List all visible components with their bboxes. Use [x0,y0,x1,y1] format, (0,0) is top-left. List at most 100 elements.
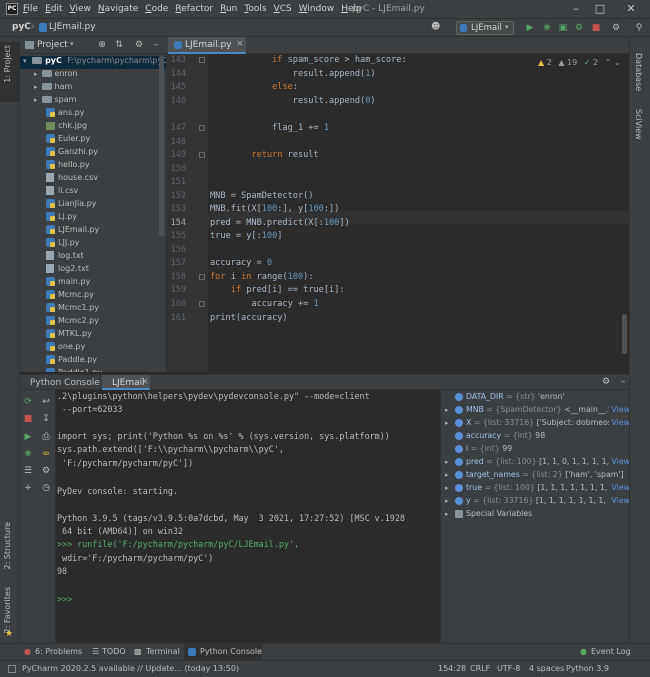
settings-gear-icon[interactable]: ⚙ [40,465,52,477]
inspection-widget[interactable]: ▲ 2 ▲ 19 ✓ 2 ⌃ ⌄ [538,58,621,67]
database-tool-tab[interactable]: Database [634,53,643,91]
project-view-chevron-icon[interactable]: ▾ [70,40,74,48]
python-interpreter[interactable]: Python 3.9 [566,664,609,673]
project-tool-tab[interactable]: 1: Project [3,45,12,83]
fold-marker-icon[interactable] [199,57,205,63]
execute-icon[interactable]: ▶ [22,431,34,443]
tree-file[interactable]: house.csv [20,173,166,186]
tree-file[interactable]: MTKL.py [20,329,166,342]
variable-row[interactable]: DATA_DIR = {str} 'enron' [441,392,629,405]
coverage-icon[interactable]: ▣ [557,22,569,34]
settings-icon[interactable]: ⚙ [610,22,622,34]
view-link[interactable]: View [609,418,629,427]
tree-file[interactable]: Lj.py [20,212,166,225]
variable-row[interactable]: i = {int} 99 [441,444,629,457]
close-console-tab-icon[interactable]: × [141,377,149,387]
python-console-tool-tab[interactable]: Python Console [200,647,262,656]
menu-vcs[interactable]: VCS [274,4,292,14]
close-tab-icon[interactable]: × [236,39,244,49]
menu-view[interactable]: View [70,4,91,14]
structure-tool-tab[interactable]: 2: Structure [3,522,12,570]
view-link[interactable]: View [609,457,629,466]
status-toggle-icon[interactable] [8,665,16,673]
sciview-tool-tab[interactable]: SciView [634,109,643,140]
menu-file[interactable]: File [23,4,38,14]
stop-console-icon[interactable]: ■ [22,413,34,425]
variable-row[interactable]: ▸ true = {list: 100} [1, 1, 1, 1, 1, 1, 1… [441,483,629,496]
run-config-select[interactable]: LJEmail ▾ [456,21,514,35]
tree-file[interactable]: Mcmc.py [20,290,166,303]
menu-edit[interactable]: Edit [45,4,62,14]
collapse-all-icon[interactable]: ⇅ [113,39,125,51]
caret-position[interactable]: 154:28 [438,664,466,673]
variable-row[interactable]: ▸ MNB = {SpamDetector} <__main__.S... View [441,405,629,418]
expand-arrow-icon[interactable]: ▸ [445,497,455,505]
locate-icon[interactable]: ⊕ [96,39,108,51]
maximize-icon[interactable]: □ [593,2,607,16]
tree-file[interactable]: Paddle1.py [20,368,166,372]
terminal-tab[interactable]: Terminal [146,647,180,656]
scroll-end-icon[interactable]: ↧ [40,413,52,425]
expand-arrow-icon[interactable]: ▸ [445,471,455,479]
tree-file[interactable]: Mcmc1.py [20,303,166,316]
expand-arrow-icon[interactable]: ▸ [445,458,455,466]
tree-file[interactable]: Paddle.py [20,355,166,368]
tree-file[interactable]: ans.py [20,108,166,121]
code-editor[interactable]: if spam_score > ham_score: result.append… [208,54,629,372]
variable-row[interactable]: ▸ Special Variables [441,509,629,522]
tree-file[interactable]: LianJia.py [20,199,166,212]
run-icon[interactable]: ▶ [524,22,536,34]
variable-row[interactable]: ▸ X = {list: 33716} ['Subject: dobmeos ..… [441,418,629,431]
fold-marker-icon[interactable] [199,301,205,307]
chevron-down-icon[interactable]: ⌄ [614,58,621,67]
hide-console-icon[interactable]: – [617,376,629,388]
rerun-icon[interactable]: ⟳ [22,396,34,408]
tree-file[interactable]: Euler.py [20,134,166,147]
editor-tab-ljemail[interactable]: LJEmail.py × [168,37,246,54]
variable-row[interactable]: accuracy = {int} 98 [441,431,629,444]
tree-root[interactable]: ▾ pyC F:\pycharm\pycharm\pyC [20,56,166,69]
menu-tools[interactable]: Tools [244,4,266,14]
status-message[interactable]: PyCharm 2020.2.5 available // Update... … [22,664,239,673]
project-panel-title[interactable]: Project [37,40,68,50]
fold-marker-icon[interactable] [199,274,205,280]
stop-icon[interactable]: ■ [590,22,602,34]
add-console-icon[interactable]: + [22,482,34,494]
expand-arrow-icon[interactable]: ▸ [445,419,455,427]
tree-file[interactable]: log.txt [20,251,166,264]
tree-file[interactable]: LJJ.py [20,238,166,251]
editor-scrollbar[interactable] [622,314,627,354]
variable-row[interactable]: ▸ target_names = {list: 2} ['ham', 'spam'… [441,470,629,483]
history-icon[interactable]: ☰ [22,465,34,477]
expand-arrow-icon[interactable]: ▸ [445,510,455,518]
expand-arrow-icon[interactable]: ▸ [445,484,455,492]
debug-icon[interactable]: ❀ [541,22,553,34]
hide-panel-icon[interactable]: – [150,39,162,51]
view-link[interactable]: View [609,496,629,505]
console-settings-icon[interactable]: ⚙ [600,376,612,388]
python-console-tab[interactable]: Python Console [30,378,100,388]
close-icon[interactable]: ✕ [624,2,638,16]
tree-file[interactable]: li.csv [20,186,166,199]
menu-code[interactable]: Code [145,4,168,14]
indent-setting[interactable]: 4 spaces [529,664,564,673]
todo-tab[interactable]: TODO [102,647,126,656]
breadcrumb-file[interactable]: LJEmail.py [49,22,96,32]
tree-file[interactable]: main.py [20,277,166,290]
problems-tab[interactable]: 6: Problems [35,647,82,656]
line-separator[interactable]: CRLF [470,664,490,673]
favorites-tool-tab[interactable]: 2: Favorites [3,587,12,633]
tree-folder-ham[interactable]: ▸ ham [20,82,166,95]
menu-navigate[interactable]: Navigate [98,4,138,14]
menu-refactor[interactable]: Refactor [175,4,213,14]
view-link[interactable]: View [609,483,629,492]
profile-icon[interactable]: ⚙ [573,22,585,34]
breadcrumb-project[interactable]: pyC [12,22,31,32]
variable-row[interactable]: ▸ y = {list: 33716} [1, 1, 1, 1, 1, 1, 1,… [441,496,629,509]
clock-icon[interactable]: ◷ [40,482,52,494]
search-icon[interactable]: ⚲ [633,22,645,34]
event-log-tab[interactable]: Event Log [591,647,631,656]
menu-run[interactable]: Run [220,4,237,14]
tree-file[interactable]: Ganzhi.py [20,147,166,160]
debug-console-icon[interactable]: ❀ [22,448,34,460]
